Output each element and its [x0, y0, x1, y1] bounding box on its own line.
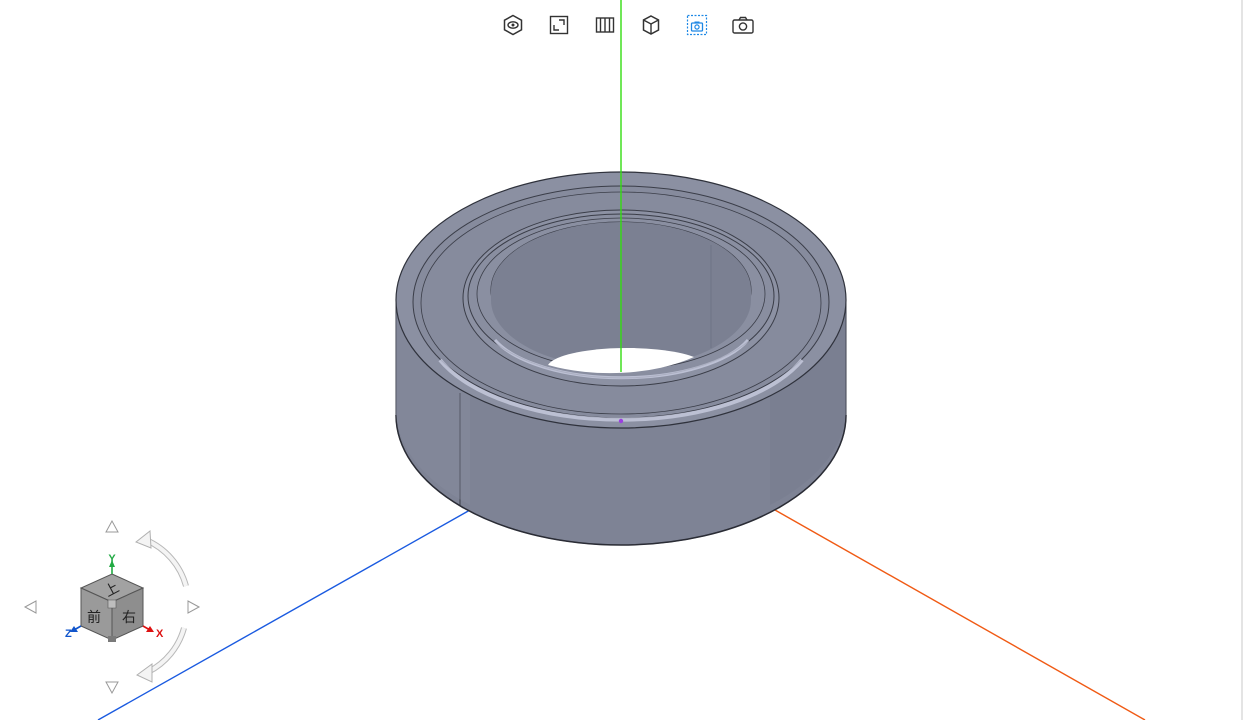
camera-dashed-frame-icon: [686, 14, 708, 36]
x-axis-line: [774, 509, 1146, 720]
axis-x-label: X: [156, 628, 164, 640]
cube-right-label: 右: [122, 610, 136, 626]
expand-corners-icon: [549, 15, 569, 35]
axis-y-label: Y: [108, 553, 116, 565]
orbit-clockwise-icon[interactable]: [135, 530, 189, 587]
view-mode-button[interactable]: [490, 12, 536, 38]
cube-icon: [642, 15, 660, 35]
rotate-up-icon[interactable]: [105, 519, 119, 533]
cube-front-label: 前: [87, 609, 101, 626]
section-view-button[interactable]: [582, 12, 628, 38]
rotate-left-icon[interactable]: [23, 600, 37, 614]
axis-z-label: Z: [65, 628, 72, 640]
cube-view-button[interactable]: [628, 12, 674, 38]
view-cube-navigator[interactable]: 上 前 右 Y X Z: [10, 510, 230, 710]
fit-view-button[interactable]: [536, 12, 582, 38]
eye-hexagon-icon: [503, 14, 523, 36]
3d-viewport[interactable]: 上 前 右 Y X Z: [0, 0, 1243, 720]
screenshot-button[interactable]: [720, 12, 766, 38]
rotate-right-icon[interactable]: [187, 600, 201, 614]
view-toolbar: [490, 12, 766, 38]
view-cube[interactable]: 上 前 右: [79, 573, 145, 642]
camera-icon: [732, 16, 754, 34]
screenshot-region-button[interactable]: [674, 12, 720, 38]
columns-icon: [595, 17, 615, 33]
rotate-down-icon[interactable]: [105, 681, 119, 695]
